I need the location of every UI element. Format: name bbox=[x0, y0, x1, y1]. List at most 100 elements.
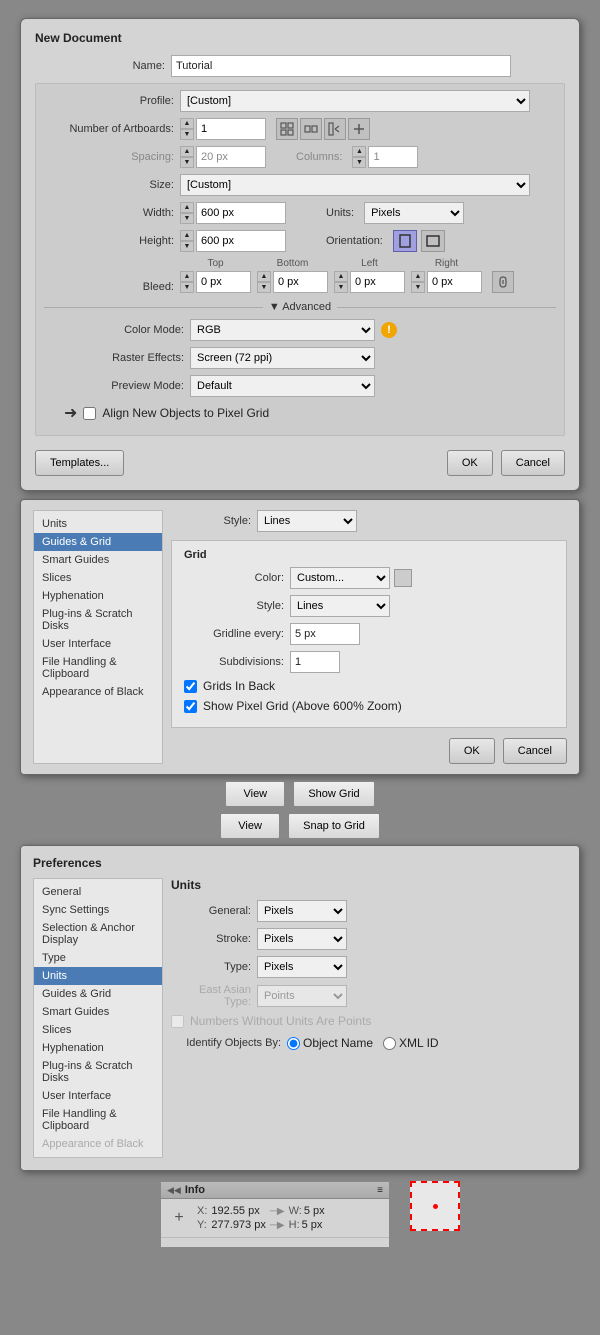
spacing-input[interactable] bbox=[196, 146, 266, 168]
units-sidebar-sync[interactable]: Sync Settings bbox=[34, 901, 162, 919]
info-panel-menu-icon[interactable]: ≡ bbox=[377, 1185, 383, 1196]
units-sidebar-units[interactable]: Units bbox=[34, 967, 162, 985]
units-sidebar-smart-guides[interactable]: Smart Guides bbox=[34, 1003, 162, 1021]
units-select[interactable]: Pixels bbox=[364, 202, 464, 224]
x-label: X: bbox=[197, 1205, 207, 1217]
units-sidebar-ui[interactable]: User Interface bbox=[34, 1087, 162, 1105]
bleed-top-down[interactable]: ▼ bbox=[180, 282, 194, 293]
grid-color-row: Color: Custom... bbox=[184, 567, 554, 589]
bleed-top-input[interactable] bbox=[196, 271, 251, 293]
spacing-down[interactable]: ▼ bbox=[180, 157, 194, 168]
profile-row: Profile: [Custom] bbox=[44, 90, 556, 112]
numbers-without-units-checkbox[interactable] bbox=[171, 1015, 184, 1028]
sidebar-item-file-handling[interactable]: File Handling & Clipboard bbox=[34, 653, 162, 683]
sidebar-item-guides-grid[interactable]: Guides & Grid bbox=[34, 533, 162, 551]
artboards-input[interactable] bbox=[196, 118, 266, 140]
height-row: Height: ▲ ▼ Orientation: bbox=[44, 230, 556, 252]
bleed-top-up[interactable]: ▲ bbox=[180, 271, 194, 282]
height-down[interactable]: ▼ bbox=[180, 241, 194, 252]
cancel-button[interactable]: Cancel bbox=[501, 450, 565, 476]
artboard-row-icon[interactable] bbox=[300, 118, 322, 140]
units-sidebar-hyphenation[interactable]: Hyphenation bbox=[34, 1039, 162, 1057]
units-sidebar-appearance[interactable]: Appearance of Black bbox=[34, 1135, 162, 1153]
width-down[interactable]: ▼ bbox=[180, 213, 194, 224]
artboards-up[interactable]: ▲ bbox=[180, 118, 194, 129]
units-general-select[interactable]: Pixels bbox=[257, 900, 347, 922]
artboards-controls: ▲ ▼ bbox=[180, 118, 370, 140]
units-stroke-select[interactable]: Pixels bbox=[257, 928, 347, 950]
units-sidebar-guides[interactable]: Guides & Grid bbox=[34, 985, 162, 1003]
columns-up[interactable]: ▲ bbox=[352, 146, 366, 157]
height-up[interactable]: ▲ bbox=[180, 230, 194, 241]
units-sidebar-file[interactable]: File Handling & Clipboard bbox=[34, 1105, 162, 1135]
spacing-up[interactable]: ▲ bbox=[180, 146, 194, 157]
bleed-right-input[interactable] bbox=[427, 271, 482, 293]
width-input[interactable] bbox=[196, 202, 286, 224]
ok-button[interactable]: OK bbox=[447, 450, 493, 476]
bleed-left-input[interactable] bbox=[350, 271, 405, 293]
bleed-bottom-down[interactable]: ▼ bbox=[257, 282, 271, 293]
align-checkbox[interactable] bbox=[83, 407, 96, 420]
advanced-toggle[interactable]: ▼ Advanced bbox=[269, 301, 331, 313]
bleed-right-up[interactable]: ▲ bbox=[411, 271, 425, 282]
subdivisions-input[interactable] bbox=[290, 651, 340, 673]
units-stroke-row: Stroke: Pixels bbox=[171, 928, 567, 950]
bleed-left-up[interactable]: ▲ bbox=[334, 271, 348, 282]
units-sidebar-selection[interactable]: Selection & Anchor Display bbox=[34, 919, 162, 949]
guide-style-select[interactable]: Lines bbox=[257, 510, 357, 532]
sidebar-item-units[interactable]: Units bbox=[34, 515, 162, 533]
artboard-add-icon[interactable] bbox=[348, 118, 370, 140]
units-sidebar-general[interactable]: General bbox=[34, 883, 162, 901]
bleed-bottom-input[interactable] bbox=[273, 271, 328, 293]
bleed-right-down[interactable]: ▼ bbox=[411, 282, 425, 293]
size-select[interactable]: [Custom] bbox=[180, 174, 530, 196]
width-up[interactable]: ▲ bbox=[180, 202, 194, 213]
snap-to-grid-button[interactable]: Snap to Grid bbox=[288, 813, 380, 839]
units-sidebar-plugins[interactable]: Plug-ins & Scratch Disks bbox=[34, 1057, 162, 1087]
templates-button[interactable]: Templates... bbox=[35, 450, 124, 476]
preview-mode-select[interactable]: Default bbox=[190, 375, 375, 397]
grid-color-select[interactable]: Custom... bbox=[290, 567, 390, 589]
radio-xml-id[interactable] bbox=[383, 1037, 396, 1050]
orientation-landscape[interactable] bbox=[421, 230, 445, 252]
grid-color-swatch[interactable] bbox=[394, 569, 412, 587]
units-east-asian-select[interactable]: Points bbox=[257, 985, 347, 1007]
sidebar-item-smart-guides[interactable]: Smart Guides bbox=[34, 551, 162, 569]
raster-effects-select[interactable]: Screen (72 ppi) bbox=[190, 347, 375, 369]
grids-in-back-checkbox[interactable] bbox=[184, 680, 197, 693]
prefs-ok-button[interactable]: OK bbox=[449, 738, 495, 764]
sidebar-item-slices[interactable]: Slices bbox=[34, 569, 162, 587]
bleed-link-icon[interactable] bbox=[492, 271, 514, 293]
units-sidebar-slices[interactable]: Slices bbox=[34, 1021, 162, 1039]
name-input[interactable] bbox=[171, 55, 511, 77]
columns-input[interactable] bbox=[368, 146, 418, 168]
artboards-down[interactable]: ▼ bbox=[180, 129, 194, 140]
profile-select[interactable]: [Custom] bbox=[180, 90, 530, 112]
view-button-1[interactable]: View bbox=[225, 781, 285, 807]
show-pixel-grid-checkbox[interactable] bbox=[184, 700, 197, 713]
sidebar-item-plugins[interactable]: Plug-ins & Scratch Disks bbox=[34, 605, 162, 635]
color-mode-select[interactable]: RGB bbox=[190, 319, 375, 341]
guide-style-label: Style: bbox=[171, 515, 251, 527]
columns-down[interactable]: ▼ bbox=[352, 157, 366, 168]
show-grid-button[interactable]: Show Grid bbox=[293, 781, 374, 807]
orientation-portrait[interactable] bbox=[393, 230, 417, 252]
bleed-label: Bleed: bbox=[44, 281, 174, 293]
units-sidebar-type[interactable]: Type bbox=[34, 949, 162, 967]
artboard-arrange-by-col-icon[interactable] bbox=[324, 118, 346, 140]
gridline-every-input[interactable] bbox=[290, 623, 360, 645]
prefs-cancel-button[interactable]: Cancel bbox=[503, 738, 567, 764]
sidebar-item-appearance[interactable]: Appearance of Black bbox=[34, 683, 162, 701]
bleed-left-down[interactable]: ▼ bbox=[334, 282, 348, 293]
view-button-2[interactable]: View bbox=[220, 813, 280, 839]
sidebar-item-ui[interactable]: User Interface bbox=[34, 635, 162, 653]
artboard-grid-icon[interactable] bbox=[276, 118, 298, 140]
height-input[interactable] bbox=[196, 230, 286, 252]
units-type-select[interactable]: Pixels bbox=[257, 956, 347, 978]
bleed-bottom-up[interactable]: ▲ bbox=[257, 271, 271, 282]
sidebar-item-hyphenation[interactable]: Hyphenation bbox=[34, 587, 162, 605]
info-panel-collapse-icon[interactable]: ◀◀ bbox=[167, 1185, 181, 1196]
gridline-every-row: Gridline every: bbox=[184, 623, 554, 645]
grid-style-select[interactable]: Lines bbox=[290, 595, 390, 617]
radio-object-name[interactable] bbox=[287, 1037, 300, 1050]
